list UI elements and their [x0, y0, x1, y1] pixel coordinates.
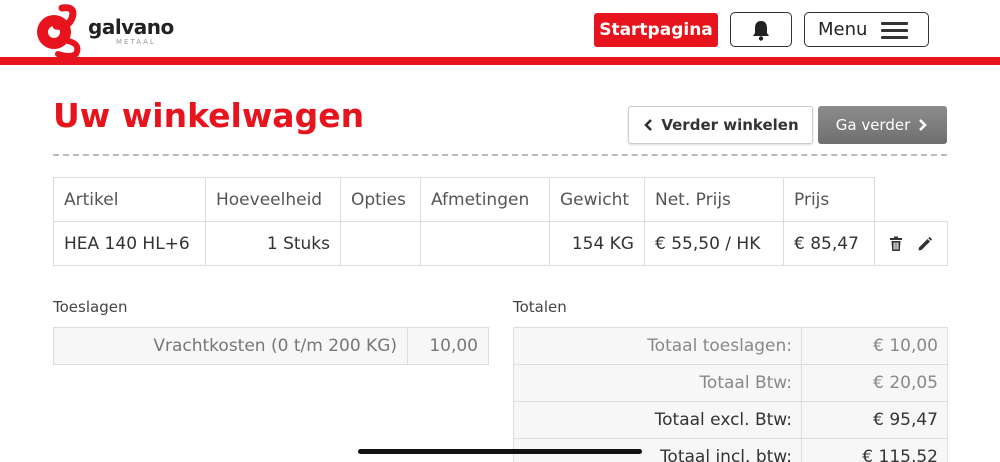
- site-header: galvano METAAL Startpagina Menu: [0, 0, 1000, 60]
- logo-mark-icon: [37, 4, 81, 59]
- cell-opties: [340, 221, 421, 266]
- total-value: € 20,05: [801, 364, 948, 402]
- cell-actions: [874, 221, 948, 266]
- cell-artikel: HEA 140 HL+6: [53, 221, 206, 266]
- table-row: Totaal Btw: € 20,05: [513, 364, 948, 402]
- totalen-label: Totalen: [513, 298, 567, 316]
- header-accent-bar: [0, 57, 1000, 65]
- total-label: Totaal excl. Btw:: [513, 401, 802, 439]
- cell-net-prijs: € 55,50 / HK: [644, 221, 784, 266]
- column-header-artikel: Artikel: [53, 177, 206, 222]
- cart-table: Artikel Hoeveelheid Opties Afmetingen Ge…: [53, 177, 948, 266]
- toeslag-value: 10,00: [407, 327, 489, 365]
- notifications-button[interactable]: [730, 12, 792, 47]
- menu-button[interactable]: Menu: [804, 12, 929, 47]
- cell-hoeveelheid: 1 Stuks: [205, 221, 341, 266]
- toeslagen-table: Vrachtkosten (0 t/m 200 KG) 10,00: [53, 327, 489, 365]
- table-row: Totaal excl. Btw: € 95,47: [513, 401, 948, 439]
- cell-prijs: € 85,47: [783, 221, 875, 266]
- table-row: Totaal toeslagen: € 10,00: [513, 327, 948, 365]
- next-step-button[interactable]: Ga verder: [818, 106, 947, 144]
- table-row: Vrachtkosten (0 t/m 200 KG) 10,00: [53, 327, 489, 365]
- total-value: € 10,00: [801, 327, 948, 365]
- logo-text: galvano: [88, 15, 174, 39]
- column-header-prijs: Prijs: [783, 177, 875, 222]
- cell-afmetingen: [420, 221, 550, 266]
- column-header-gewicht: Gewicht: [549, 177, 645, 222]
- toeslag-name: Vrachtkosten (0 t/m 200 KG): [53, 327, 408, 365]
- startpagina-button[interactable]: Startpagina: [594, 13, 718, 47]
- column-header-afmetingen: Afmetingen: [420, 177, 550, 222]
- hamburger-icon: [881, 22, 908, 39]
- total-value: € 95,47: [801, 401, 948, 439]
- logo-subtext: METAAL: [116, 38, 156, 46]
- column-header-net-prijs: Net. Prijs: [644, 177, 784, 222]
- trash-icon[interactable]: [889, 236, 903, 252]
- continue-shopping-label: Verder winkelen: [661, 116, 799, 134]
- cart-header-row: Artikel Hoeveelheid Opties Afmetingen Ge…: [53, 177, 948, 222]
- menu-label: Menu: [818, 19, 868, 40]
- home-indicator[interactable]: [358, 449, 642, 454]
- section-divider: [53, 154, 947, 156]
- page-title: Uw winkelwagen: [53, 96, 365, 135]
- continue-shopping-button[interactable]: Verder winkelen: [628, 106, 813, 144]
- total-label: Totaal Btw:: [513, 364, 802, 402]
- next-step-label: Ga verder: [835, 116, 911, 134]
- column-header-opties: Opties: [340, 177, 421, 222]
- chevron-right-icon: [919, 119, 928, 131]
- column-header-actions: [874, 177, 948, 222]
- chevron-left-icon: [644, 119, 653, 131]
- table-row: HEA 140 HL+6 1 Stuks 154 KG € 55,50 / HK…: [53, 221, 948, 266]
- total-label: Totaal toeslagen:: [513, 327, 802, 365]
- total-value: € 115,52: [801, 438, 948, 462]
- bell-icon: [753, 20, 769, 41]
- column-header-hoeveelheid: Hoeveelheid: [205, 177, 341, 222]
- totals-table: Totaal toeslagen: € 10,00 Totaal Btw: € …: [513, 327, 948, 462]
- edit-pencil-icon[interactable]: [917, 236, 933, 252]
- cell-gewicht: 154 KG: [549, 221, 645, 266]
- toeslagen-label: Toeslagen: [53, 298, 128, 316]
